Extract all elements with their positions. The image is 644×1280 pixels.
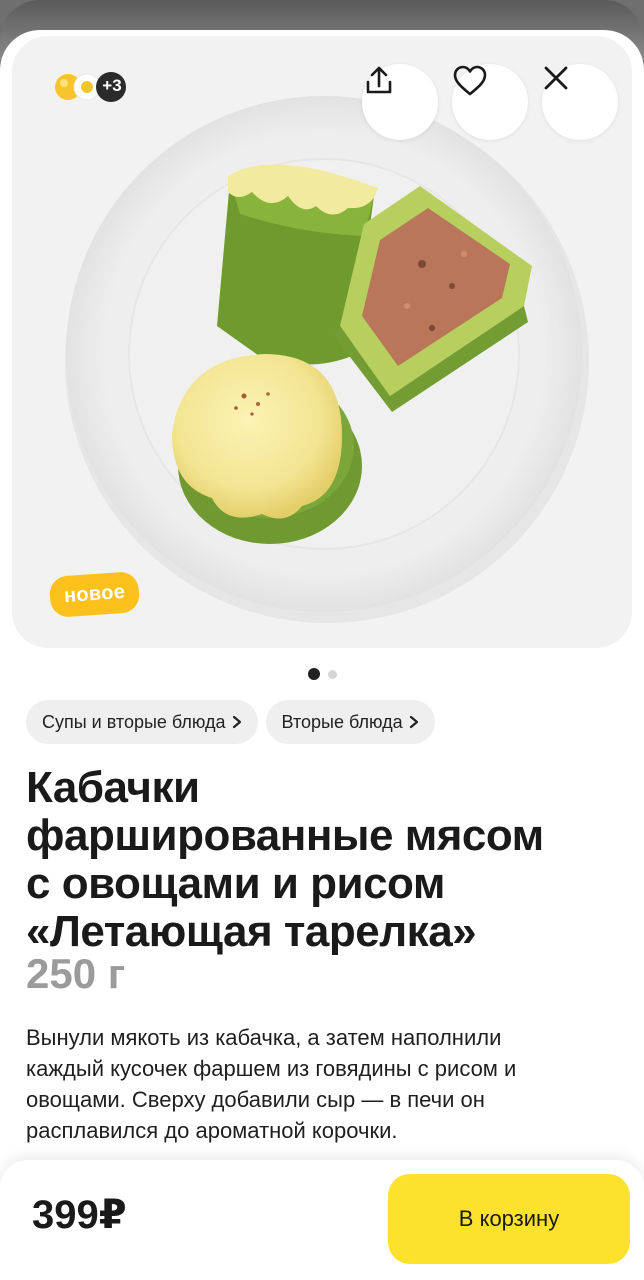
breadcrumb-soups-and-mains[interactable]: Супы и вторые блюда (26, 700, 258, 744)
product-title-line: с овощами и рисом (26, 859, 445, 908)
carousel-dot-active[interactable] (307, 668, 320, 680)
share-icon (366, 66, 392, 94)
product-title-line: «Летающая тарелка» (26, 907, 477, 956)
description-line: Вынули мякоть из кабачка, а затем наполн… (26, 1025, 502, 1050)
breadcrumb: Супы и вторые блюда Вторые блюда (26, 700, 435, 744)
product-title: Кабачки фаршированные мясом с овощами и … (26, 764, 626, 956)
checkout-bar: 399₽ В корзину (0, 1160, 644, 1280)
description-line: расплавился до ароматной корочки. (26, 1118, 398, 1143)
chevron-right-icon (232, 715, 241, 729)
add-to-cart-label: В корзину (458, 1206, 560, 1231)
favorite-button[interactable] (452, 64, 528, 140)
product-sheet: +3 новое Супы и вторые блюда Вторые блюд… (0, 30, 644, 1280)
share-button[interactable] (362, 64, 438, 140)
add-to-cart-button[interactable]: В корзину (388, 1174, 630, 1264)
heart-icon (453, 65, 487, 96)
product-description: Вынули мякоть из кабачка, а затем наполн… (26, 1022, 616, 1146)
product-image-carousel[interactable]: +3 новое (12, 36, 632, 648)
new-badge: новое (48, 570, 141, 619)
product-weight: 250 г (26, 950, 126, 997)
close-icon (544, 66, 568, 90)
carousel-indicator (0, 668, 644, 680)
partner-logos: +3 (52, 69, 152, 105)
breadcrumb-mains[interactable]: Вторые блюда (265, 700, 435, 744)
close-button[interactable] (542, 64, 618, 140)
description-line: каждый кусочек фаршем из говядины с рисо… (26, 1056, 517, 1081)
partners-more-count: +3 (102, 76, 122, 95)
product-photo (65, 96, 589, 623)
breadcrumb-label: Вторые блюда (281, 711, 403, 732)
chevron-right-icon (409, 715, 418, 729)
product-title-line: Кабачки (26, 763, 200, 812)
product-price: 399₽ (32, 1193, 127, 1237)
product-title-line: фаршированные мясом (26, 811, 544, 860)
breadcrumb-label: Супы и вторые блюда (42, 711, 226, 732)
description-line: овощами. Сверху добавили сыр — в печи он (26, 1087, 485, 1112)
carousel-dot[interactable] (327, 669, 337, 679)
